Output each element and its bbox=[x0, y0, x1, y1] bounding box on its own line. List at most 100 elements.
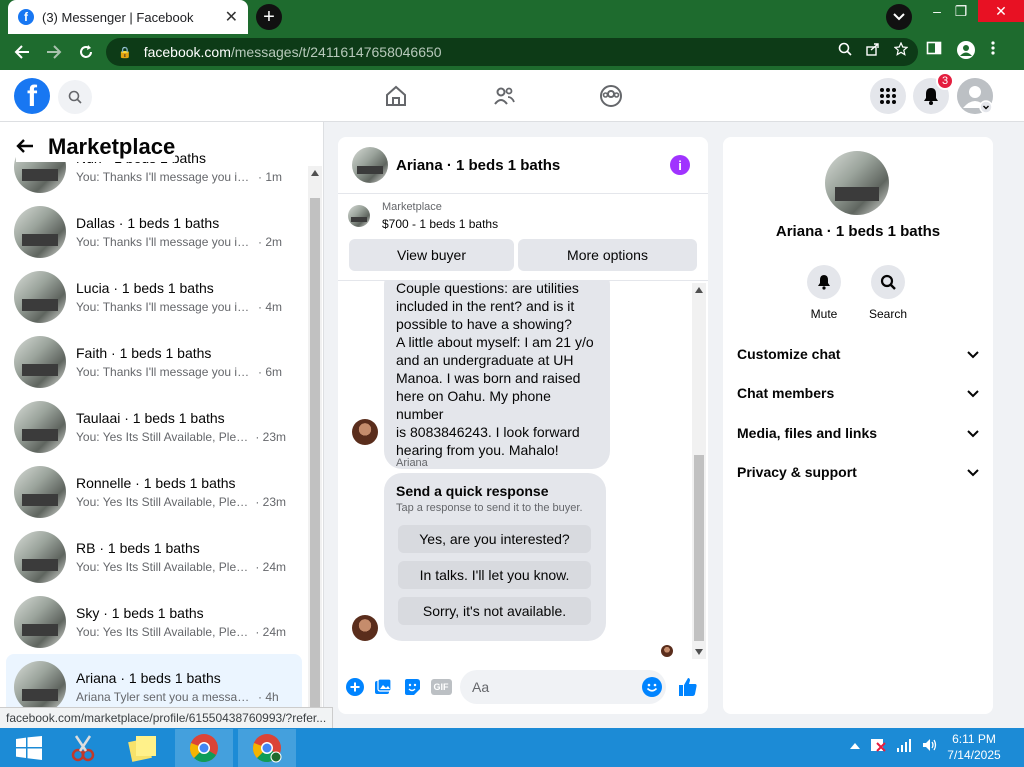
listing-avatar bbox=[14, 270, 66, 323]
more-options-button[interactable]: More options bbox=[518, 239, 697, 271]
action-center-icon[interactable] bbox=[870, 738, 886, 755]
bookmark-star-icon[interactable] bbox=[893, 41, 909, 59]
fb-search-icon[interactable] bbox=[58, 80, 92, 114]
chat-scrollbar[interactable] bbox=[692, 283, 706, 659]
start-button[interactable] bbox=[0, 729, 58, 767]
menu-grid-icon[interactable] bbox=[870, 78, 906, 114]
browser-tab[interactable]: f (3) Messenger | Facebook ✕ bbox=[8, 0, 248, 34]
conversation-item[interactable]: Taulaai · 1 beds 1 baths You: Yes Its St… bbox=[6, 394, 302, 459]
conversation-time: · 4h bbox=[258, 689, 279, 704]
sticker-icon[interactable] bbox=[402, 677, 422, 697]
conversation-item[interactable]: Dallas · 1 beds 1 baths You: Thanks I'll… bbox=[6, 199, 302, 264]
quick-reply-button[interactable]: Yes, are you interested? bbox=[398, 525, 591, 553]
address-bar[interactable]: 🔒 facebook.com /messages/t/2411614765804… bbox=[106, 38, 918, 66]
bell-icon[interactable] bbox=[807, 265, 841, 299]
conversation-preview: You: Yes Its Still Available, Please ... bbox=[76, 429, 252, 444]
system-tray bbox=[850, 738, 938, 755]
section-label: Customize chat bbox=[737, 346, 841, 362]
conversation-name: RB · 1 beds 1 baths bbox=[76, 539, 200, 556]
privacy-support-section[interactable]: Privacy & support bbox=[737, 457, 979, 487]
lock-icon[interactable]: 🔒 bbox=[118, 46, 132, 59]
conversation-list: Nun · 1 beds 1 baths You: Thanks I'll me… bbox=[6, 140, 302, 719]
plus-circle-icon[interactable] bbox=[345, 677, 365, 697]
marketplace-sidebar: Nun · 1 beds 1 baths You: Thanks I'll me… bbox=[0, 122, 324, 728]
network-icon[interactable] bbox=[896, 738, 912, 755]
chevron-down-icon bbox=[967, 385, 979, 401]
info-icon[interactable]: i bbox=[670, 155, 690, 175]
scrollbar-thumb[interactable] bbox=[694, 455, 704, 641]
profile-icon[interactable] bbox=[956, 40, 976, 65]
view-buyer-button[interactable]: View buyer bbox=[349, 239, 514, 271]
conversation-item[interactable]: Faith · 1 beds 1 baths You: Thanks I'll … bbox=[6, 329, 302, 394]
sender-avatar[interactable] bbox=[352, 419, 378, 445]
message-line: Couple questions: are utilities bbox=[396, 280, 579, 296]
listing-summary: Marketplace $700 - 1 beds 1 baths bbox=[348, 201, 498, 231]
message-line: included in the rent? and is it bbox=[396, 298, 575, 314]
message-input[interactable] bbox=[460, 670, 666, 704]
conversation-item[interactable]: Ronnelle · 1 beds 1 baths You: Yes Its S… bbox=[6, 459, 302, 524]
sender-avatar[interactable] bbox=[352, 615, 378, 641]
quick-response-card: Send a quick response Tap a response to … bbox=[384, 473, 606, 641]
share-icon[interactable] bbox=[866, 42, 880, 59]
listing-source: Marketplace bbox=[382, 201, 442, 213]
friends-icon[interactable] bbox=[490, 82, 518, 110]
home-icon[interactable] bbox=[382, 82, 410, 110]
tab-search-icon[interactable] bbox=[886, 4, 912, 30]
conversation-item[interactable]: Lucia · 1 beds 1 baths You: Thanks I'll … bbox=[6, 264, 302, 329]
chat-avatar[interactable] bbox=[352, 147, 388, 183]
message-line: A little about myself: I am 21 y/o bbox=[396, 334, 594, 350]
chat-header: Ariana · 1 beds 1 baths i bbox=[338, 137, 708, 194]
sidepanel-icon[interactable] bbox=[926, 40, 942, 65]
browser-menu-icon[interactable] bbox=[990, 40, 996, 65]
facebook-logo[interactable]: f bbox=[14, 78, 50, 114]
volume-icon[interactable] bbox=[922, 738, 938, 755]
reload-icon[interactable] bbox=[70, 36, 102, 68]
conversation-time: · 23m bbox=[255, 429, 286, 444]
emoji-icon[interactable] bbox=[642, 677, 662, 697]
sticky-notes-icon[interactable] bbox=[114, 729, 172, 767]
listing-thumbnail bbox=[348, 205, 370, 227]
search-icon[interactable] bbox=[871, 265, 905, 299]
windows-taskbar: 6:11 PM 7/14/2025 bbox=[0, 728, 1024, 767]
search-action[interactable]: Search bbox=[858, 265, 918, 321]
info-avatar[interactable] bbox=[825, 151, 889, 215]
conversation-item[interactable]: Sky · 1 beds 1 baths You: Yes Its Still … bbox=[6, 589, 302, 654]
conversation-time: · 24m bbox=[255, 559, 286, 574]
listing-avatar bbox=[14, 465, 66, 518]
clock-time: 6:11 PM bbox=[952, 732, 996, 746]
new-tab-button[interactable]: + bbox=[256, 4, 282, 30]
scrollbar-thumb[interactable] bbox=[310, 198, 320, 718]
message-composer: GIF bbox=[338, 667, 708, 707]
zoom-icon[interactable] bbox=[838, 42, 852, 59]
close-window-button[interactable]: ✕ bbox=[978, 0, 1024, 22]
photo-icon[interactable] bbox=[373, 677, 393, 697]
forward-arrow-icon[interactable] bbox=[38, 36, 70, 68]
account-avatar[interactable] bbox=[957, 78, 993, 114]
conversation-item[interactable]: RB · 1 beds 1 baths You: Yes Its Still A… bbox=[6, 524, 302, 589]
chat-members-section[interactable]: Chat members bbox=[737, 378, 979, 408]
quick-reply-button[interactable]: In talks. I'll let you know. bbox=[398, 561, 591, 589]
chrome-profile-icon[interactable] bbox=[238, 729, 296, 767]
listing-avatar bbox=[14, 335, 66, 388]
customize-chat-section[interactable]: Customize chat bbox=[737, 339, 979, 369]
snipping-tool-icon[interactable] bbox=[54, 729, 112, 767]
mute-action[interactable]: Mute bbox=[794, 265, 854, 321]
sidebar-scrollbar[interactable] bbox=[308, 166, 322, 722]
gif-icon[interactable]: GIF bbox=[430, 677, 452, 697]
back-arrow-icon[interactable] bbox=[16, 134, 34, 160]
groups-icon[interactable] bbox=[597, 82, 625, 110]
thumbs-up-icon[interactable] bbox=[678, 677, 698, 697]
message-line: here on Oahu. My phone number bbox=[396, 388, 551, 422]
chevron-down-icon bbox=[967, 346, 979, 362]
quick-reply-button[interactable]: Sorry, it's not available. bbox=[398, 597, 591, 625]
tab-title: (3) Messenger | Facebook bbox=[42, 9, 194, 25]
taskbar-clock[interactable]: 6:11 PM 7/14/2025 bbox=[944, 731, 1004, 763]
tab-close-icon[interactable]: ✕ bbox=[225, 7, 238, 27]
chrome-icon[interactable] bbox=[175, 729, 233, 767]
chat-title[interactable]: Ariana · 1 beds 1 baths bbox=[396, 157, 560, 174]
restore-button[interactable]: ❐ bbox=[944, 0, 978, 22]
tray-chevron-icon[interactable] bbox=[850, 738, 860, 755]
media-files-section[interactable]: Media, files and links bbox=[737, 418, 979, 448]
message-thread: Couple questions: are utilities included… bbox=[338, 280, 708, 660]
back-arrow-icon[interactable] bbox=[6, 36, 38, 68]
